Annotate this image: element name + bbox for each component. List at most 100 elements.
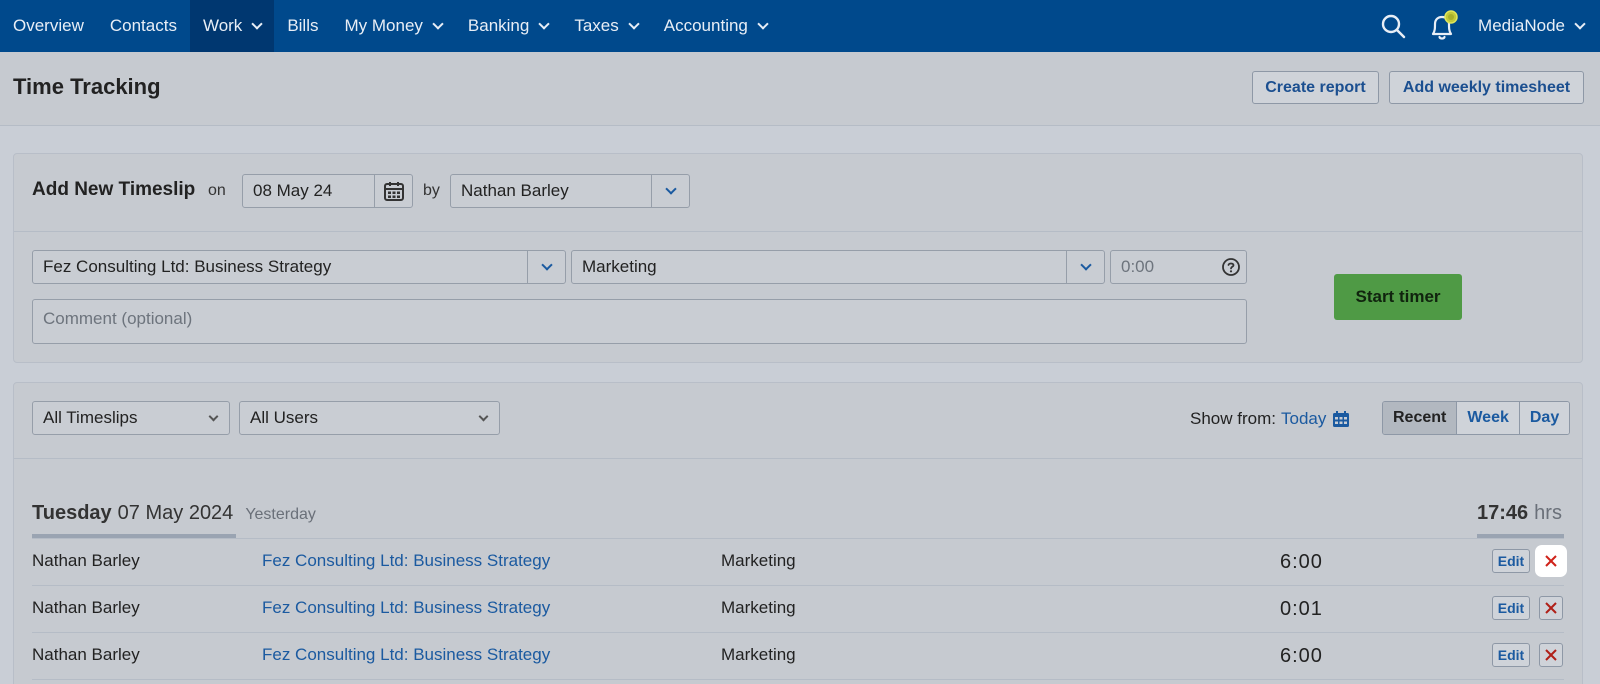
table-row: Nathan Barley Fez Consulting Ltd: Busine… [32, 585, 1564, 631]
divider [14, 458, 1582, 459]
calendar-icon[interactable] [1332, 410, 1350, 428]
page-title: Time Tracking [13, 74, 161, 99]
day-date: 07 May 2024 [117, 502, 234, 524]
edit-button[interactable]: Edit [1492, 549, 1530, 573]
delete-button[interactable] [1539, 596, 1563, 620]
entry-user: Nathan Barley [32, 551, 140, 570]
entry-hours: 6:00 [1280, 551, 1323, 573]
nav-accounting[interactable]: Accounting [651, 0, 780, 52]
show-from: Show from: Today [1190, 409, 1350, 429]
chevron-down-icon[interactable] [1066, 251, 1104, 283]
close-icon [1545, 555, 1557, 567]
hours-placeholder: 0:00 [1121, 257, 1155, 276]
chevron-down-icon [251, 17, 263, 30]
entry-task: Marketing [721, 598, 796, 617]
nav-label: Banking [467, 16, 530, 35]
entry-task: Marketing [721, 645, 796, 664]
nav-banking[interactable]: Banking [455, 0, 561, 52]
users-filter-value: All Users [250, 408, 319, 427]
day-total-value: 17:46 [1477, 502, 1529, 524]
delete-button[interactable] [1539, 643, 1563, 667]
nav-right: MediaNode [1368, 0, 1600, 52]
day-weekday: Tuesday [32, 502, 112, 524]
nav-label: Bills [287, 16, 319, 35]
nav-label: Contacts [109, 16, 177, 35]
task-select[interactable]: Marketing [571, 250, 1105, 284]
on-label: on [208, 182, 226, 199]
chevron-down-icon [432, 17, 444, 30]
entry-hours: 0:01 [1280, 598, 1323, 620]
chevron-down-icon [628, 17, 640, 30]
nav-work[interactable]: Work [189, 0, 275, 52]
chevron-down-icon [757, 17, 769, 30]
show-from-label: Show from: [1190, 409, 1276, 428]
top-nav: Overview Contacts Work Bills My Money Ba… [0, 0, 1600, 52]
nav-contacts[interactable]: Contacts [97, 0, 190, 52]
nav-label: Work [202, 16, 243, 35]
view-recent[interactable]: Recent [1383, 402, 1457, 434]
nav-my-money[interactable]: My Money [331, 0, 454, 52]
users-filter[interactable]: All Users [239, 401, 500, 435]
day-total-unit: hrs [1534, 502, 1562, 524]
close-icon [1545, 602, 1557, 614]
close-icon [1545, 649, 1557, 661]
timeslips-filter-value: All Timeslips [43, 408, 138, 427]
view-week[interactable]: Week [1456, 402, 1519, 434]
day-total: 17:46 hrs [1477, 502, 1562, 525]
delete-button[interactable] [1539, 549, 1563, 573]
help-icon[interactable] [1216, 257, 1246, 277]
entry-project-link[interactable]: Fez Consulting Ltd: Business Strategy [262, 598, 550, 618]
edit-button[interactable]: Edit [1492, 596, 1530, 620]
comment-placeholder: Comment (optional) [43, 309, 193, 328]
entry-user: Nathan Barley [32, 645, 140, 664]
timeslip-title: Add New Timeslip [32, 179, 196, 200]
entry-task: Marketing [721, 551, 796, 570]
create-report-button[interactable]: Create report [1252, 71, 1379, 104]
nav-label: Taxes [574, 16, 619, 35]
timeslips-filter[interactable]: All Timeslips [32, 401, 230, 435]
project-value: Fez Consulting Ltd: Business Strategy [43, 257, 332, 276]
show-from-link[interactable]: Today [1281, 409, 1326, 429]
entry-user: Nathan Barley [32, 598, 140, 617]
chevron-down-icon [478, 411, 489, 421]
chevron-down-icon [538, 17, 551, 30]
chevron-down-icon [1574, 17, 1586, 30]
task-value: Marketing [582, 257, 657, 276]
page-header: Time Tracking Create report Add weekly t… [0, 52, 1600, 126]
edit-button[interactable]: Edit [1492, 643, 1530, 667]
user-select[interactable]: Nathan Barley [450, 174, 690, 208]
bell-icon[interactable] [1418, 0, 1468, 52]
view-day[interactable]: Day [1518, 402, 1570, 434]
user-name: MediaNode [1478, 16, 1565, 35]
nav-label: Accounting [663, 16, 748, 35]
chevron-down-icon[interactable] [527, 251, 565, 283]
day-relative: Yesterday [245, 506, 316, 523]
nav-label: Overview [13, 16, 84, 35]
date-value: 08 May 24 [253, 181, 333, 200]
day-heading: Tuesday 07 May 2024 Yesterday [32, 502, 316, 525]
nav-overview[interactable]: Overview [0, 0, 97, 52]
search-icon[interactable] [1368, 0, 1418, 52]
table-row: Nathan Barley Fez Consulting Ltd: Busine… [32, 538, 1564, 584]
comment-field[interactable]: Comment (optional) [32, 299, 1247, 344]
nav-label: My Money [344, 16, 423, 35]
user-menu[interactable]: MediaNode [1468, 16, 1600, 36]
entry-project-link[interactable]: Fez Consulting Ltd: Business Strategy [262, 551, 550, 571]
entry-project-link[interactable]: Fez Consulting Ltd: Business Strategy [262, 645, 550, 665]
table-row: Nathan Barley Fez Consulting Ltd: Busine… [32, 632, 1564, 678]
calendar-icon[interactable] [374, 175, 412, 207]
hours-input[interactable]: 0:00 [1110, 250, 1247, 284]
date-field[interactable]: 08 May 24 [242, 174, 413, 208]
divider [14, 231, 1582, 232]
chevron-down-icon[interactable] [651, 175, 689, 207]
nav-bills[interactable]: Bills [274, 0, 331, 52]
project-select[interactable]: Fez Consulting Ltd: Business Strategy [32, 250, 566, 284]
divider [32, 679, 1564, 680]
add-weekly-timesheet-button[interactable]: Add weekly timesheet [1389, 71, 1584, 104]
nav-taxes[interactable]: Taxes [561, 0, 650, 52]
user-value: Nathan Barley [461, 181, 569, 200]
view-toggle: Recent Week Day [1382, 401, 1571, 435]
entry-hours: 6:00 [1280, 645, 1323, 667]
by-label: by [423, 182, 440, 199]
start-timer-button[interactable]: Start timer [1334, 274, 1462, 320]
